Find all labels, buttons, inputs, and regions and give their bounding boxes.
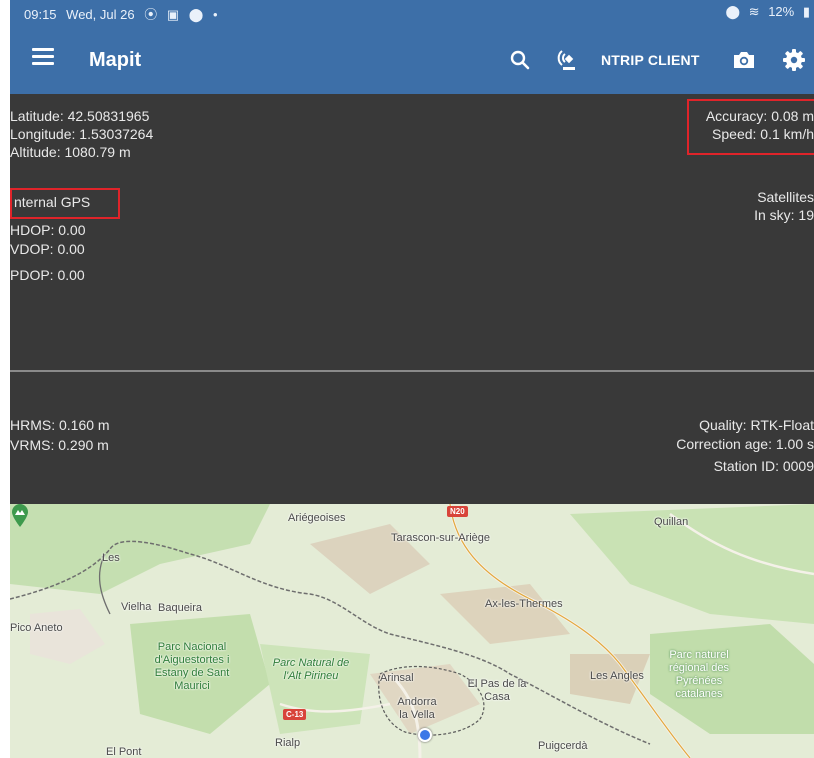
map-label-puigcerda: Puigcerdà: [538, 740, 588, 752]
map-view[interactable]: Ariégeoises N20 Tarascon-sur-Ariège Quil…: [10, 504, 814, 758]
speed-text: Speed: 0.1 km/h: [712, 126, 814, 142]
map-label-les-angles: Les Angles: [590, 670, 644, 682]
settings-icon[interactable]: [780, 46, 808, 74]
road-shield-n20: N20: [447, 506, 468, 517]
map-label-ax: Ax-les-Thermes: [485, 598, 563, 610]
map-pin-icon[interactable]: [10, 504, 30, 528]
gps-source-text[interactable]: nternal GPS: [14, 193, 90, 212]
map-label-ariegeoises: Ariégeoises: [288, 512, 346, 524]
app-title: Mapit: [89, 49, 142, 71]
status-date: Wed, Jul 26: [66, 7, 135, 22]
map-label-andorra: Andorra la Vella: [397, 696, 437, 721]
map-label-parc-nacional: Parc Nacional d'Aiguestortes i Estany de…: [154, 641, 230, 692]
photo-icon: ▣: [166, 7, 180, 22]
more-dot-icon: •: [212, 7, 218, 22]
gps-icon[interactable]: [555, 47, 581, 73]
status-time: 09:15: [24, 7, 57, 22]
map-label-tarascon: Tarascon-sur-Ariège: [391, 532, 491, 544]
battery-icon: ▮: [802, 4, 810, 19]
quality-text: Quality: RTK-Float: [699, 417, 814, 433]
current-location-dot: [418, 728, 432, 742]
menu-icon[interactable]: [32, 48, 54, 70]
map-label-les: Les: [102, 552, 120, 564]
ntrip-client-button[interactable]: NTRIP CLIENT: [601, 52, 700, 68]
map-label-parc-natural: Parc Natural de l'Alt Pirineu: [272, 657, 350, 682]
camera-icon[interactable]: [731, 47, 757, 73]
map-label-aneto: Pico Aneto: [10, 622, 63, 634]
in-sky-text: In sky: 19: [754, 207, 814, 223]
vrms-text: VRMS: 0.290 m: [10, 437, 109, 453]
satellites-text: Satellites: [757, 189, 814, 205]
map-label-arinsal: Arinsal: [380, 672, 414, 684]
accuracy-text: Accuracy: 0.08 m: [705, 108, 814, 124]
status-bar: 09:15 Wed, Jul 26 ⦿ ▣ ⬤ • ⬤ ≋ 12% ▮: [10, 0, 814, 26]
latitude-text: Latitude: 42.50831965: [10, 108, 150, 124]
mapit-screen: 09:15 Wed, Jul 26 ⦿ ▣ ⬤ • ⬤ ≋ 12% ▮ Mapi…: [10, 0, 814, 758]
wifi-icon: ≋: [748, 4, 760, 19]
hrms-text: HRMS: 0.160 m: [10, 417, 110, 433]
altitude-text: Altitude: 1080.79 m: [10, 144, 131, 160]
hdop-text: HDOP: 0.00: [10, 222, 86, 238]
correction-age-text: Correction age: 1.00 s: [676, 436, 814, 452]
screen-record-icon: ⦿: [144, 7, 158, 22]
location-icon: ⬤: [188, 7, 204, 22]
map-label-vielha: Vielha: [121, 601, 152, 613]
vdop-text: VDOP: 0.00: [10, 241, 85, 257]
map-label-el-pont: El Pont: [106, 746, 142, 758]
location-status-icon: ⬤: [725, 4, 741, 19]
road-shield-c13: C-13: [283, 709, 307, 720]
longitude-text: Longitude: 1.53037264: [10, 126, 154, 142]
search-icon[interactable]: [508, 48, 532, 72]
map-label-rialp: Rialp: [275, 737, 301, 749]
station-id-text: Station ID: 0009: [713, 458, 814, 474]
map-label-quillan: Quillan: [654, 516, 689, 528]
map-label-baqueira: Baqueira: [158, 602, 203, 614]
gps-info-panel: Latitude: 42.50831965 Longitude: 1.53037…: [10, 94, 814, 504]
map-label-parc-naturel: Parc naturel régional des Pyrénées catal…: [669, 649, 729, 700]
battery-percent: 12%: [768, 4, 795, 19]
pdop-text: PDOP: 0.00: [10, 267, 85, 283]
panel-divider: [10, 370, 814, 372]
map-label-el-pas: El Pas de la Casa: [467, 678, 527, 703]
app-bar: Mapit NTRIP CLIENT: [10, 26, 814, 94]
